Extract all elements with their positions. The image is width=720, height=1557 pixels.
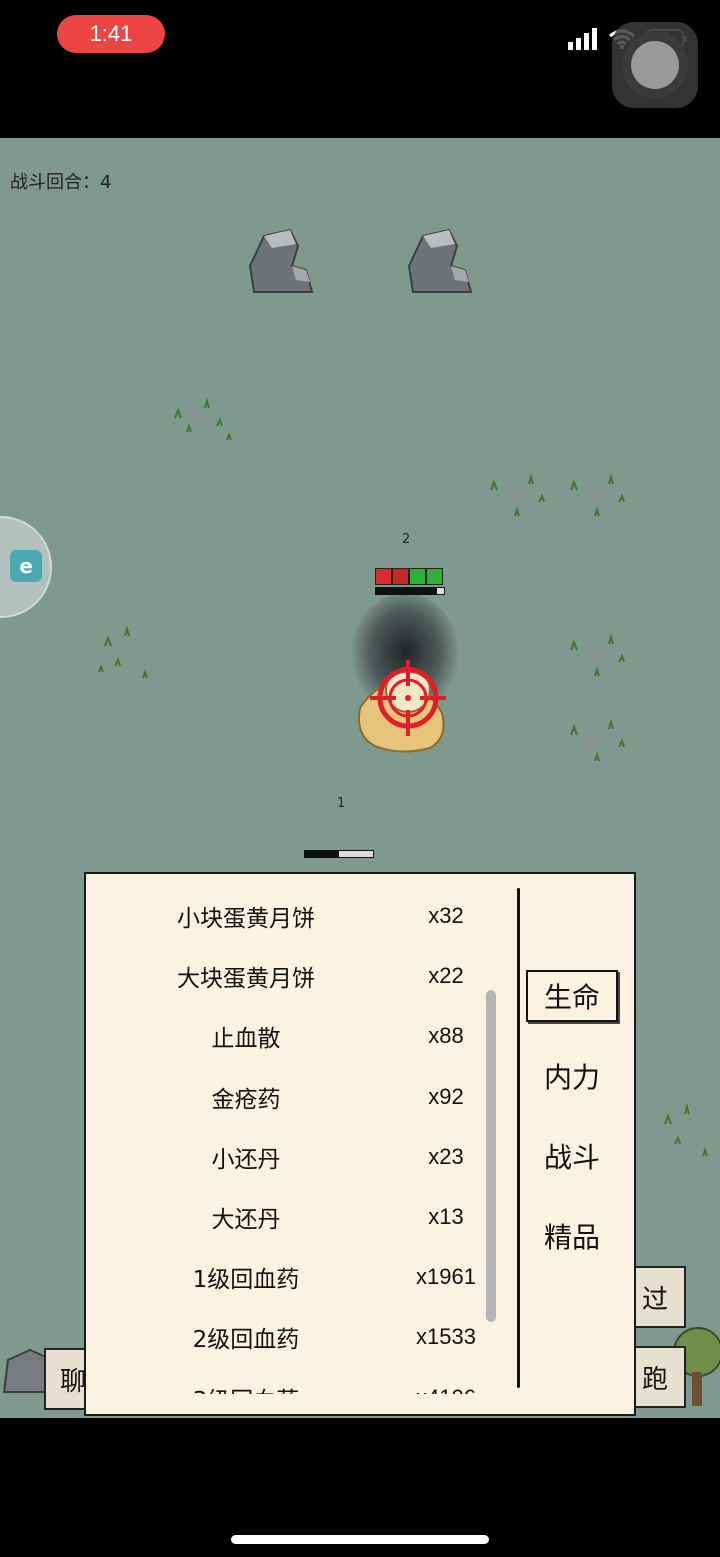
item-name: 大块蛋黄月饼 [177, 966, 315, 993]
round-value: 4 [100, 172, 112, 193]
battle-round-label: 战斗回合：4 [10, 168, 111, 194]
list-item[interactable]: 小还丹 x23 [86, 1127, 506, 1187]
item-name: 金疮药 [211, 1086, 281, 1113]
item-list[interactable]: 小块蛋黄月饼 x32 大块蛋黄月饼 x22 止血散 x88 金疮药 x92 小还丹 x23… [86, 886, 506, 1394]
item-count: x88 [428, 1023, 464, 1049]
player-hp-bar [304, 850, 374, 858]
tab-premium[interactable]: 精品 [522, 1196, 622, 1276]
item-name: 2级回血药 [192, 1327, 300, 1354]
grass-icon [570, 473, 625, 517]
assistive-ring [622, 32, 688, 98]
app-logo-icon: e [10, 550, 42, 582]
grass-icon [490, 473, 545, 517]
rock-icon [407, 228, 473, 293]
chat-button-label: 聊 [60, 1366, 87, 1397]
item-name: 3级回血药 [86, 1381, 406, 1394]
rock-icon [248, 228, 314, 293]
item-inventory-panel: 小块蛋黄月饼 x32 大块蛋黄月饼 x22 止血散 x88 金疮药 x92 小还丹 x23… [84, 872, 636, 1416]
item-name: 小块蛋黄月饼 [177, 906, 315, 933]
list-item[interactable]: 大还丹 x13 [86, 1187, 506, 1247]
list-item[interactable]: 止血散 x88 [86, 1006, 506, 1066]
panel-divider [517, 888, 520, 1388]
signal-icon [568, 28, 597, 50]
floating-app-widget[interactable]: e [0, 516, 52, 618]
list-item[interactable]: 小块蛋黄月饼 x32 [86, 886, 506, 946]
skip-button-label: 过 [641, 1284, 668, 1315]
item-name: 止血散 [211, 1026, 281, 1053]
player-index: 1 [337, 796, 346, 811]
grass-icon [664, 1104, 708, 1157]
tab-label: 生命 [525, 970, 618, 1022]
item-count: x32 [428, 903, 464, 929]
grass-icon [174, 397, 232, 441]
item-count: x1961 [416, 1264, 476, 1290]
player-hp-fill [305, 851, 339, 857]
list-item[interactable]: 金疮药 x92 [86, 1067, 506, 1127]
item-count: x92 [428, 1083, 464, 1109]
assistive-touch-button[interactable] [612, 22, 698, 108]
list-item[interactable]: 大块蛋黄月饼 x22 [86, 946, 506, 1006]
item-list-scrollbar[interactable] [486, 990, 496, 1322]
list-item[interactable]: 2级回血药 x1533 [86, 1307, 506, 1367]
item-count: x22 [428, 963, 464, 989]
time-pill[interactable]: 1:41 [57, 15, 165, 53]
grass-icon [98, 626, 148, 679]
tab-life[interactable]: 生命 [522, 956, 622, 1036]
debuff-icon [392, 568, 409, 585]
tab-label: 精品 [543, 1221, 600, 1254]
grass-icon [570, 633, 625, 677]
category-tabs: 生命 内力 战斗 精品 [522, 956, 622, 1276]
debuff-icon [375, 568, 392, 585]
enemy-status-effects [375, 568, 443, 585]
tab-inner-power[interactable]: 内力 [522, 1036, 622, 1116]
item-count: x4106 [406, 1385, 486, 1394]
item-count: x13 [428, 1204, 464, 1230]
assistive-dot [631, 41, 679, 89]
buff-icon [409, 568, 426, 585]
item-count: x23 [428, 1143, 464, 1169]
tab-combat[interactable]: 战斗 [522, 1116, 622, 1196]
home-indicator[interactable] [231, 1535, 489, 1544]
buff-icon [426, 568, 443, 585]
list-item[interactable]: 3级回血药x4106 [86, 1368, 506, 1394]
crosshair-icon [370, 660, 446, 736]
tab-label: 内力 [543, 1061, 600, 1094]
item-count: x1533 [416, 1324, 476, 1350]
tab-label: 战斗 [543, 1141, 600, 1174]
flee-button-label: 跑 [641, 1364, 668, 1395]
status-time: 1:41 [89, 21, 133, 46]
list-item[interactable]: 1级回血药 x1961 [86, 1247, 506, 1307]
enemy-index: 2 [402, 532, 411, 547]
item-name: 大还丹 [211, 1207, 281, 1234]
item-name: 小还丹 [211, 1146, 281, 1173]
item-name: 1级回血药 [192, 1267, 300, 1294]
grass-icon [570, 718, 625, 762]
round-label-text: 战斗回合： [10, 172, 100, 193]
